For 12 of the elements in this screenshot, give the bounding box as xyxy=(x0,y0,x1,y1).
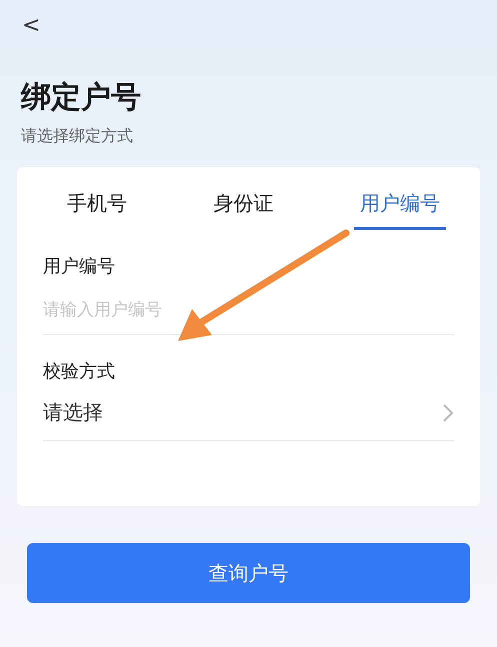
tab[interactable]: 手机号 xyxy=(61,189,133,230)
tab[interactable]: 身份证 xyxy=(208,189,280,230)
query-button[interactable]: 查询户号 xyxy=(27,543,470,603)
chevron-right-icon xyxy=(442,402,454,422)
input-field[interactable]: 请输入用户编号 xyxy=(43,300,454,320)
tab[interactable]: 用户编号 xyxy=(354,189,446,230)
select-field[interactable]: 请选择 xyxy=(43,399,103,426)
back-icon[interactable]: < xyxy=(17,12,40,40)
page-subtitle: 请选择绑定方式 xyxy=(21,126,134,147)
field-label: 校验方式 xyxy=(43,360,116,383)
page-title: 绑定户号 xyxy=(21,79,142,117)
field-label: 用户编号 xyxy=(43,255,116,278)
